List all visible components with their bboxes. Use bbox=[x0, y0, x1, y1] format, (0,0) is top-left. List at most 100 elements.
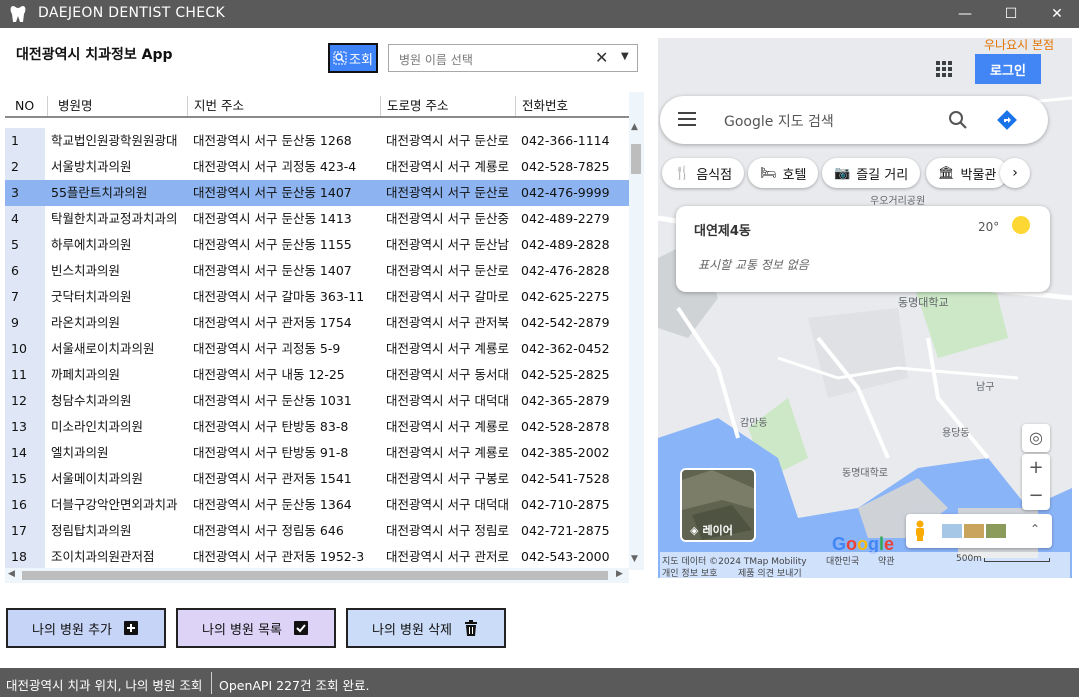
table-row[interactable]: 10 서울새로이치과의원 대전광역시 서구 괴정동 5-9 대전광역시 서구 계룡로 0… bbox=[5, 336, 629, 362]
column-no[interactable]: NO bbox=[15, 96, 34, 116]
table-row[interactable]: 2 서울방치과의원 대전광역시 서구 괴정동 423-4 대전광역시 서구 계룡로 04… bbox=[5, 154, 629, 180]
table-row[interactable]: 12 청담수치과의원 대전광역시 서구 둔산동 1031 대전광역시 서구 대덕대 04… bbox=[5, 388, 629, 414]
cell-road-address: 대전광역시 서구 동서대 bbox=[386, 367, 509, 382]
minimize-button[interactable]: — bbox=[942, 0, 988, 28]
directions-icon[interactable] bbox=[996, 109, 1018, 131]
hospital-table: NO 병원명 지번 주소 도로명 주소 전화번호 1 학교법인원광학원원광대 대전광… bbox=[5, 92, 629, 570]
table-row[interactable]: 6 빈스치과의원 대전광역시 서구 둔산동 1407 대전광역시 서구 둔산로 042-… bbox=[5, 258, 629, 284]
column-road[interactable]: 도로명 주소 bbox=[380, 96, 515, 116]
scroll-up-icon[interactable]: ▲ bbox=[631, 122, 638, 132]
zoom-in-button[interactable]: + bbox=[1022, 454, 1050, 482]
column-name[interactable]: 병원명 bbox=[47, 96, 187, 116]
table-row[interactable]: 1 학교법인원광학원원광대 대전광역시 서구 둔산동 1268 대전광역시 서구 둔산… bbox=[5, 128, 629, 154]
street-view-thumb-2[interactable] bbox=[964, 524, 984, 538]
my-hospital-list-button[interactable]: 나의 병원 목록 bbox=[176, 608, 336, 648]
cell-phone: 042-476-2828 bbox=[521, 263, 610, 278]
feedback-link[interactable]: 제품 의견 보내기 bbox=[738, 566, 802, 578]
table-row[interactable]: 18 조이치과의원관저점 대전광역시 서구 관저동 1952-3 대전광역시 서구 관… bbox=[5, 544, 629, 570]
cell-no: 6 bbox=[5, 258, 45, 284]
add-hospital-button[interactable]: 나의 병원 추가 bbox=[6, 608, 166, 648]
apps-grid-icon[interactable] bbox=[935, 60, 953, 78]
table-row[interactable]: 3 55플란트치과의원 대전광역시 서구 둔산동 1407 대전광역시 서구 둔산로 0… bbox=[5, 180, 629, 206]
search-icon[interactable] bbox=[948, 110, 968, 130]
cell-hospital-name: 미소라인치과의원 bbox=[51, 419, 144, 434]
delete-hospital-button[interactable]: 나의 병원 삭제 bbox=[346, 608, 506, 648]
table-row[interactable]: 4 탁월한치과교정과치과의 대전광역시 서구 둔산동 1413 대전광역시 서구 둔산… bbox=[5, 206, 629, 232]
my-hospital-list-label: 나의 병원 목록 bbox=[201, 622, 283, 638]
scroll-right-icon[interactable]: ▶ bbox=[616, 569, 623, 579]
table-row[interactable]: 9 라온치과의원 대전광역시 서구 관저동 1754 대전광역시 서구 관저북 042-… bbox=[5, 310, 629, 336]
login-button[interactable]: 로그인 bbox=[975, 54, 1041, 84]
table-row[interactable]: 17 정림탑치과의원 대전광역시 서구 정림동 646 대전광역시 서구 정림로 042… bbox=[5, 518, 629, 544]
table-row[interactable]: 14 엘치과의원 대전광역시 서구 탄방동 91-8 대전광역시 서구 계룡로 042-… bbox=[5, 440, 629, 466]
street-view-thumb-1[interactable] bbox=[942, 524, 962, 538]
close-button[interactable]: ✕ bbox=[1034, 0, 1079, 28]
chip-restaurant-label: 음식점 bbox=[696, 167, 733, 183]
cell-road-address: 대전광역시 서구 갈마로 bbox=[386, 289, 509, 304]
cell-hospital-name: 굿닥터치과의원 bbox=[51, 289, 132, 304]
my-location-icon[interactable]: ◎ bbox=[1022, 424, 1050, 452]
cell-no: 12 bbox=[5, 388, 45, 414]
maximize-button[interactable]: ☐ bbox=[988, 0, 1034, 28]
clear-icon[interactable]: ✕ bbox=[595, 48, 608, 67]
terms-link[interactable]: 약관 bbox=[878, 554, 895, 567]
dropdown-arrow-icon[interactable]: ▼ bbox=[621, 51, 629, 62]
table-row[interactable]: 13 미소라인치과의원 대전광역시 서구 탄방동 83-8 대전광역시 서구 계룡로 0… bbox=[5, 414, 629, 440]
column-jibun[interactable]: 지번 주소 bbox=[187, 96, 380, 116]
vertical-scroll-thumb[interactable] bbox=[631, 144, 641, 174]
table-row[interactable]: 16 더블구강악안면외과치과 대전광역시 서구 둔산동 1364 대전광역시 서구 대… bbox=[5, 492, 629, 518]
google-map[interactable]: 동명대학교 남구 용당동 감만동 우오거리공원 동명대학로 우나요시 본점 로그… bbox=[658, 38, 1072, 578]
table-row[interactable]: 5 하루에치과의원 대전광역시 서구 둔산동 1155 대전광역시 서구 둔산남 042… bbox=[5, 232, 629, 258]
chip-museum[interactable]: 🏛 박물관 bbox=[926, 158, 1009, 188]
cell-hospital-name: 엘치과의원 bbox=[51, 445, 109, 460]
scroll-left-icon[interactable]: ◀ bbox=[8, 569, 15, 579]
map-attribution: 지도 데이터 ©2024 TMap Mobility 대한민국 약관 개인 정보… bbox=[660, 552, 1070, 578]
layer-label: ◈ 레이어 bbox=[690, 523, 733, 538]
weather-card: 대연제4동 20° 표시할 교통 정보 없음 bbox=[676, 206, 1050, 292]
country-link[interactable]: 대한민국 bbox=[826, 554, 859, 567]
vertical-scrollbar[interactable]: ▲ ▼ bbox=[629, 92, 644, 570]
horizontal-scroll-thumb[interactable] bbox=[22, 571, 608, 580]
pegman-icon[interactable] bbox=[914, 520, 926, 542]
cell-road-address: 대전광역시 서구 구봉로 bbox=[386, 471, 509, 486]
cell-jibun-address: 대전광역시 서구 정림동 646 bbox=[193, 523, 344, 538]
query-button[interactable]: 조회 bbox=[328, 43, 378, 73]
chevron-up-icon[interactable]: ⌃ bbox=[1030, 522, 1040, 536]
hospital-select[interactable]: 병원 이름 선택 ✕ ▼ bbox=[388, 44, 638, 72]
place-label-top[interactable]: 우나요시 본점 bbox=[984, 38, 1054, 53]
cell-jibun-address: 대전광역시 서구 관저동 1541 bbox=[193, 471, 352, 486]
map-search-input[interactable]: Google 지도 검색 bbox=[724, 111, 834, 131]
cell-road-address: 대전광역시 서구 계룡로 bbox=[386, 159, 509, 174]
map-search-box[interactable]: Google 지도 검색 bbox=[660, 96, 1048, 144]
chip-hotel[interactable]: 🛏 호텔 bbox=[748, 158, 819, 188]
cell-road-address: 대전광역시 서구 관저북 bbox=[386, 315, 509, 330]
place-label: 용당동 bbox=[942, 427, 970, 439]
menu-icon[interactable] bbox=[678, 112, 696, 126]
cell-no: 7 bbox=[5, 284, 45, 310]
cell-no: 3 bbox=[5, 180, 45, 206]
status-left: 대전광역시 치과 위치, 나의 병원 조회 bbox=[6, 678, 203, 693]
chip-attractions[interactable]: 📷 즐길 거리 bbox=[822, 158, 921, 188]
cell-hospital-name: 서울메이치과의원 bbox=[51, 471, 144, 486]
cell-road-address: 대전광역시 서구 둔산로 bbox=[386, 263, 509, 278]
street-view-thumb-3[interactable] bbox=[986, 524, 1006, 538]
chevron-right-icon[interactable]: › bbox=[1000, 158, 1030, 188]
layer-toggle[interactable]: ◈ 레이어 bbox=[680, 468, 756, 542]
zoom-out-button[interactable]: − bbox=[1022, 482, 1050, 510]
cell-jibun-address: 대전광역시 서구 내동 12-25 bbox=[193, 367, 345, 382]
cell-hospital-name: 탁월한치과교정과치과의 bbox=[51, 211, 178, 226]
chip-restaurant[interactable]: 🍴 음식점 bbox=[662, 158, 745, 188]
column-phone[interactable]: 전화번호 bbox=[515, 96, 625, 116]
cell-phone: 042-528-7825 bbox=[521, 159, 610, 174]
hotel-icon: 🛏 bbox=[760, 165, 777, 181]
table-row[interactable]: 15 서울메이치과의원 대전광역시 서구 관저동 1541 대전광역시 서구 구봉로 0… bbox=[5, 466, 629, 492]
cell-jibun-address: 대전광역시 서구 괴정동 5-9 bbox=[193, 341, 341, 356]
cell-hospital-name: 서울방치과의원 bbox=[51, 159, 132, 174]
scroll-down-icon[interactable]: ▼ bbox=[631, 554, 638, 564]
table-row[interactable]: 11 까페치과의원 대전광역시 서구 내동 12-25 대전광역시 서구 동서대 042… bbox=[5, 362, 629, 388]
table-row[interactable]: 7 굿닥터치과의원 대전광역시 서구 갈마동 363-11 대전광역시 서구 갈마로 0… bbox=[5, 284, 629, 310]
privacy-link[interactable]: 개인 정보 보호 bbox=[662, 566, 717, 578]
cell-phone: 042-489-2828 bbox=[521, 237, 610, 252]
horizontal-scrollbar[interactable]: ◀ ▶ bbox=[5, 568, 629, 583]
place-label: 동명대학로 bbox=[842, 467, 888, 479]
